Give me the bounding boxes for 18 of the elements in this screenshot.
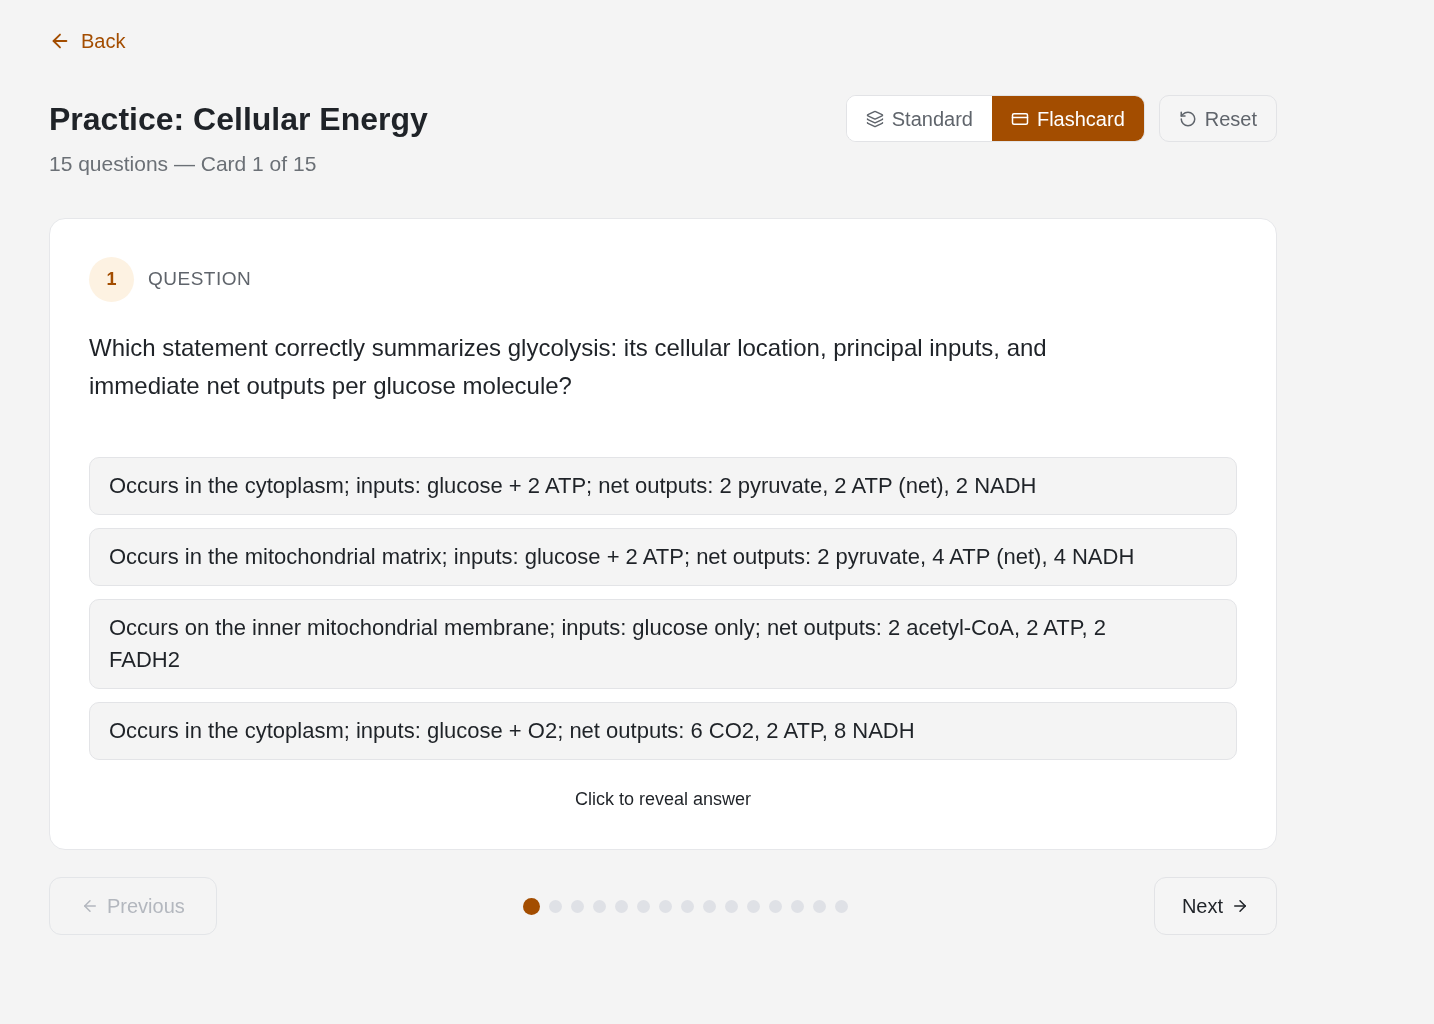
answer-option[interactable]: Occurs in the cytoplasm; inputs: glucose + 2 ATP; net outputs: 2 pyruvate, 2 ATP (net), 2 NADH (89, 457, 1237, 515)
question-label: QUESTION (148, 267, 252, 292)
reveal-hint[interactable]: Click to reveal answer (574, 787, 752, 811)
next-button[interactable]: Next (1153, 877, 1277, 935)
reset-icon (1178, 109, 1197, 128)
answer-option[interactable]: Occurs on the inner mitochondrial membrane; inputs: glucose only; net outputs: 2 acetyl-CoA, 2 ATP, 2 FADH2 (89, 599, 1237, 689)
arrow-right-icon (1231, 897, 1249, 915)
page-subtitle: 15 questions — Card 1 of 15 (49, 151, 318, 177)
page-title: Practice: Cellular Energy (49, 100, 428, 138)
layers-icon (865, 109, 884, 128)
question-number-badge: 1 (89, 257, 134, 302)
question-text: Which statement correctly summarizes glycolysis: its cellular location, principal inputs, and immediate net outputs per glucose molecule? (89, 333, 1048, 401)
mode-tab[interactable]: Flashcard (991, 96, 1144, 141)
reset-button[interactable]: Reset (1158, 95, 1277, 142)
answer-option[interactable]: Occurs in the cytoplasm; inputs: glucose + O2; net outputs: 6 CO2, 2 ATP, 8 NADH (89, 702, 1237, 760)
answer-option[interactable]: Occurs in the mitochondrial matrix; inputs: glucose + 2 ATP; net outputs: 2 pyruvate, 4 ATP (net), 4 NADH (89, 528, 1237, 586)
question-card[interactable] (49, 218, 1277, 850)
back-link[interactable]: Back (49, 28, 126, 54)
